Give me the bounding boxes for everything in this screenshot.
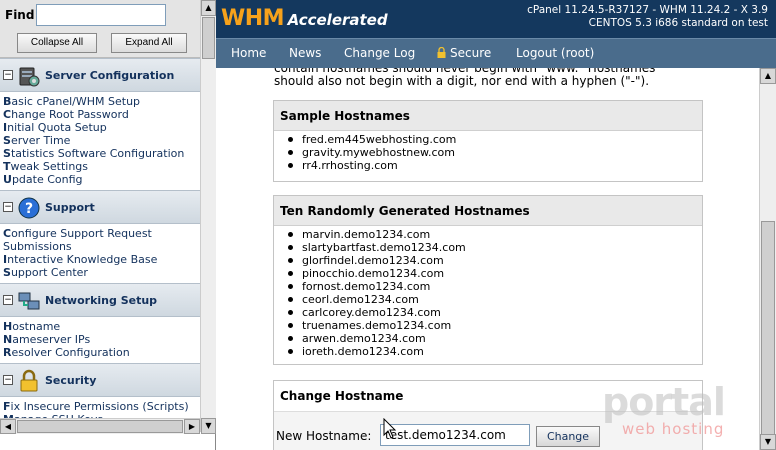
nav-secure-link[interactable]: Secure [437,46,491,60]
link-basic-setup[interactable]: Basic cPanel/WHM Setup [3,95,197,108]
list-item: carlcorey.demo1234.com [288,306,702,319]
link-update-config[interactable]: Update Config [3,173,197,186]
list-item: ceorl.demo1234.com [288,293,702,306]
sample-hostname-list: fred.em445webhosting.com gravity.mywebho… [274,131,702,178]
help-icon: ? [18,197,40,219]
scroll-down-arrow-icon[interactable]: ▼ [201,418,216,434]
link-fix-insecure-permissions[interactable]: Fix Insecure Permissions (Scripts) [3,400,197,413]
panel-title: Ten Randomly Generated Hostnames [274,196,702,226]
sample-hostnames-panel: Sample Hostnames fred.em445webhosting.co… [273,100,703,182]
version-info: cPanel 11.24.5-R37127 - WHM 11.24.2 - X … [527,4,768,16]
link-change-root-password[interactable]: Change Root Password [3,108,197,121]
change-hostname-panel: Change Hostname New Hostname: Change [273,380,703,450]
new-hostname-input[interactable] [380,424,530,446]
link-hostname[interactable]: Hostname [3,320,197,333]
collapse-toggle-icon[interactable]: − [3,70,13,80]
list-item: pinocchio.demo1234.com [288,267,702,280]
section-server-configuration[interactable]: − Server Configuration [0,58,200,92]
list-item: arwen.demo1234.com [288,332,702,345]
collapse-toggle-icon[interactable]: − [3,202,13,212]
scroll-left-arrow-icon[interactable]: ◀ [0,419,16,434]
mouse-cursor-icon [383,418,397,439]
list-item: gravity.mywebhostnew.com [288,146,702,159]
link-resolver-configuration[interactable]: Resolver Configuration [3,346,197,359]
change-hostname-form: New Hostname: Change [274,411,702,450]
nav-news-link[interactable]: News [289,46,321,60]
server-info: CENTOS 5.3 i686 standard on test [588,17,768,29]
link-configure-support-request[interactable]: Configure Support Request Submissions [3,227,197,253]
new-hostname-label: New Hostname: [276,429,372,443]
list-item: ioreth.demo1234.com [288,345,702,358]
list-item: slartybartfast.demo1234.com [288,241,702,254]
link-tweak-settings[interactable]: Tweak Settings [3,160,197,173]
collapse-toggle-icon[interactable]: − [3,295,13,305]
link-initial-quota-setup[interactable]: Initial Quota Setup [3,121,197,134]
scroll-up-arrow-icon[interactable]: ▲ [760,68,776,84]
section-links: Configure Support Request Submissions In… [0,224,200,283]
scroll-thumb[interactable] [17,420,183,433]
main-content: contain hostnames should never begin wit… [216,68,759,450]
list-item: fornost.demo1234.com [288,280,702,293]
panel-title: Change Hostname [274,381,702,411]
section-links: Hostname Nameserver IPs Resolver Configu… [0,317,200,363]
scroll-thumb[interactable] [761,221,775,436]
collapse-toggle-icon[interactable]: − [3,375,13,385]
section-links: Basic cPanel/WHM Setup Change Root Passw… [0,92,200,190]
svg-text:?: ? [25,201,33,217]
change-button[interactable]: Change [536,426,600,447]
scroll-right-arrow-icon[interactable]: ▶ [184,419,200,434]
main-vertical-scrollbar[interactable]: ▲ ▼ [759,68,776,450]
find-bar: Find Collapse All Expand All [0,0,200,58]
hostname-rules-text: contain hostnames should never begin wit… [274,68,656,88]
list-item: glorfindel.demo1234.com [288,254,702,267]
network-icon [18,292,40,310]
link-nameserver-ips[interactable]: Nameserver IPs [3,333,197,346]
section-title: Networking Setup [45,294,158,307]
section-support[interactable]: − ? Support [0,190,200,224]
list-item: marvin.demo1234.com [288,228,702,241]
list-item: truenames.demo1234.com [288,319,702,332]
left-horizontal-scrollbar[interactable]: ◀ ▶ [0,418,200,434]
top-navigation: Home News Change Log Secure Logout (root… [216,38,776,68]
section-title: Server Configuration [45,69,175,82]
scroll-up-arrow-icon[interactable]: ▲ [201,0,216,16]
find-input[interactable] [36,4,166,26]
nav-home-link[interactable]: Home [231,46,266,60]
scroll-thumb[interactable] [202,17,215,59]
section-title: Security [45,374,97,387]
whm-logo: WHM Accelerated [221,6,388,31]
link-knowledge-base[interactable]: Interactive Knowledge Base [3,253,197,266]
header-bar: WHM Accelerated cPanel 11.24.5-R37127 - … [216,0,776,38]
section-security[interactable]: − Security [0,363,200,397]
link-server-time[interactable]: Server Time [3,134,197,147]
list-item: rr4.rrhosting.com [288,159,702,172]
nav-logout-link[interactable]: Logout (root) [516,46,594,60]
expand-all-button[interactable]: Expand All [111,33,187,53]
scroll-down-arrow-icon[interactable]: ▼ [760,434,776,450]
panel-title: Sample Hostnames [274,101,702,131]
random-hostname-list: marvin.demo1234.com slartybartfast.demo1… [274,226,702,364]
find-label: Find [5,8,35,22]
left-menu-list: − Server Configuration Basic cPanel/WHM … [0,58,200,432]
left-navigation-frame: Find Collapse All Expand All − Server Co… [0,0,216,450]
list-item: fred.em445webhosting.com [288,133,702,146]
collapse-all-button[interactable]: Collapse All [17,33,97,53]
server-icon [19,67,40,87]
nav-changelog-link[interactable]: Change Log [344,46,415,60]
link-support-center[interactable]: Support Center [3,266,197,279]
random-hostnames-panel: Ten Randomly Generated Hostnames marvin.… [273,195,703,365]
padlock-icon [437,47,446,58]
section-networking-setup[interactable]: − Networking Setup [0,283,200,317]
lock-icon [20,369,38,392]
link-statistics-software[interactable]: Statistics Software Configuration [3,147,197,160]
left-vertical-scrollbar[interactable]: ▲ ▼ [200,0,216,434]
section-title: Support [45,201,95,214]
